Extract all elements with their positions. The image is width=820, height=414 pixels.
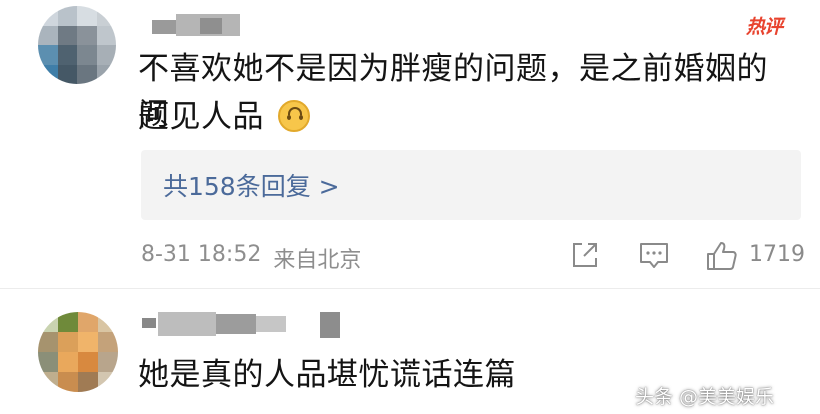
hot-comment-badge: 热评: [746, 16, 783, 38]
view-replies-label: 共158条回复 >: [163, 172, 340, 201]
avatar[interactable]: [38, 312, 118, 392]
comment-meta: 8-31 18:52 来自北京: [141, 242, 361, 274]
upside-down-face-emoji-icon: [278, 100, 311, 132]
comment-location: 来自北京: [273, 248, 362, 273]
like-count: 1719: [749, 242, 805, 267]
comment-text-continuation: 题见人品: [138, 99, 264, 135]
view-replies-button[interactable]: 共158条回复 >: [141, 150, 801, 220]
share-icon[interactable]: [570, 240, 600, 274]
avatar[interactable]: [38, 6, 116, 84]
watermark: 头条 @美美娱乐: [635, 382, 774, 409]
comment-divider: [0, 288, 820, 289]
comment-text-line: 题见人品: [138, 94, 788, 140]
like-icon[interactable]: [705, 240, 739, 276]
watermark-text: 头条 @美美娱乐: [635, 386, 775, 408]
comment-icon[interactable]: [638, 240, 670, 274]
comment-timestamp: 8-31 18:52: [141, 242, 262, 267]
